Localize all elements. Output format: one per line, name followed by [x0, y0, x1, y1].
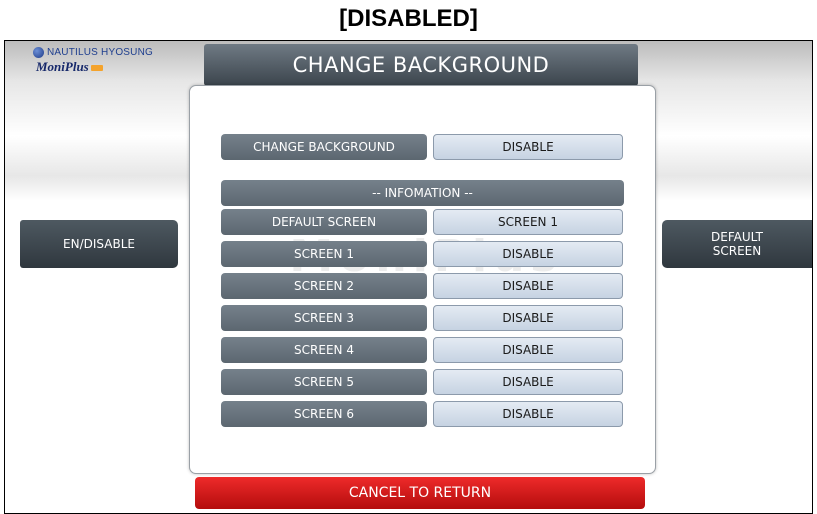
- logo-product-text: MoniPlus: [36, 59, 89, 74]
- screen-value: DISABLE: [433, 273, 623, 299]
- screen-label: SCREEN 4: [221, 337, 427, 363]
- screen-label: SCREEN 5: [221, 369, 427, 395]
- default-screen-label-line1: DEFAULT: [711, 230, 763, 244]
- default-screen-value: SCREEN 1: [433, 209, 623, 235]
- screen-value: DISABLE: [433, 241, 623, 267]
- screen-value: DISABLE: [433, 337, 623, 363]
- en-disable-label: EN/DISABLE: [63, 237, 135, 251]
- atm-screen: NAUTILUS HYOSUNG MoniPlus CHANGE BACKGRO…: [4, 40, 813, 514]
- logo-brand-text: NAUTILUS HYOSUNG: [47, 47, 153, 58]
- screen-value: DISABLE: [433, 305, 623, 331]
- change-background-value: DISABLE: [433, 134, 623, 160]
- default-screen-label-line2: SCREEN: [712, 244, 762, 258]
- information-header: -- INFOMATION --: [221, 180, 624, 206]
- screen-label: SCREEN 3: [221, 305, 427, 331]
- globe-icon: [33, 47, 44, 58]
- default-screen-button[interactable]: DEFAULT SCREEN: [662, 220, 812, 268]
- page-caption: [DISABLED]: [339, 5, 478, 32]
- brand-logo: NAUTILUS HYOSUNG MoniPlus: [33, 47, 153, 75]
- screen-value: DISABLE: [433, 369, 623, 395]
- change-background-label: CHANGE BACKGROUND: [221, 134, 427, 160]
- default-screen-label: DEFAULT SCREEN: [221, 209, 427, 235]
- screen-label: SCREEN 2: [221, 273, 427, 299]
- screen-label: SCREEN 1: [221, 241, 427, 267]
- screen-label: SCREEN 6: [221, 401, 427, 427]
- en-disable-button[interactable]: EN/DISABLE: [20, 220, 178, 268]
- settings-panel: MoniPlus CHANGE BACKGROUND DISABLE -- IN…: [189, 85, 656, 474]
- cancel-to-return-button[interactable]: CANCEL TO RETURN: [195, 477, 645, 509]
- plus-badge-icon: [90, 65, 103, 72]
- screen-value: DISABLE: [433, 401, 623, 427]
- page-title: CHANGE BACKGROUND: [204, 44, 638, 86]
